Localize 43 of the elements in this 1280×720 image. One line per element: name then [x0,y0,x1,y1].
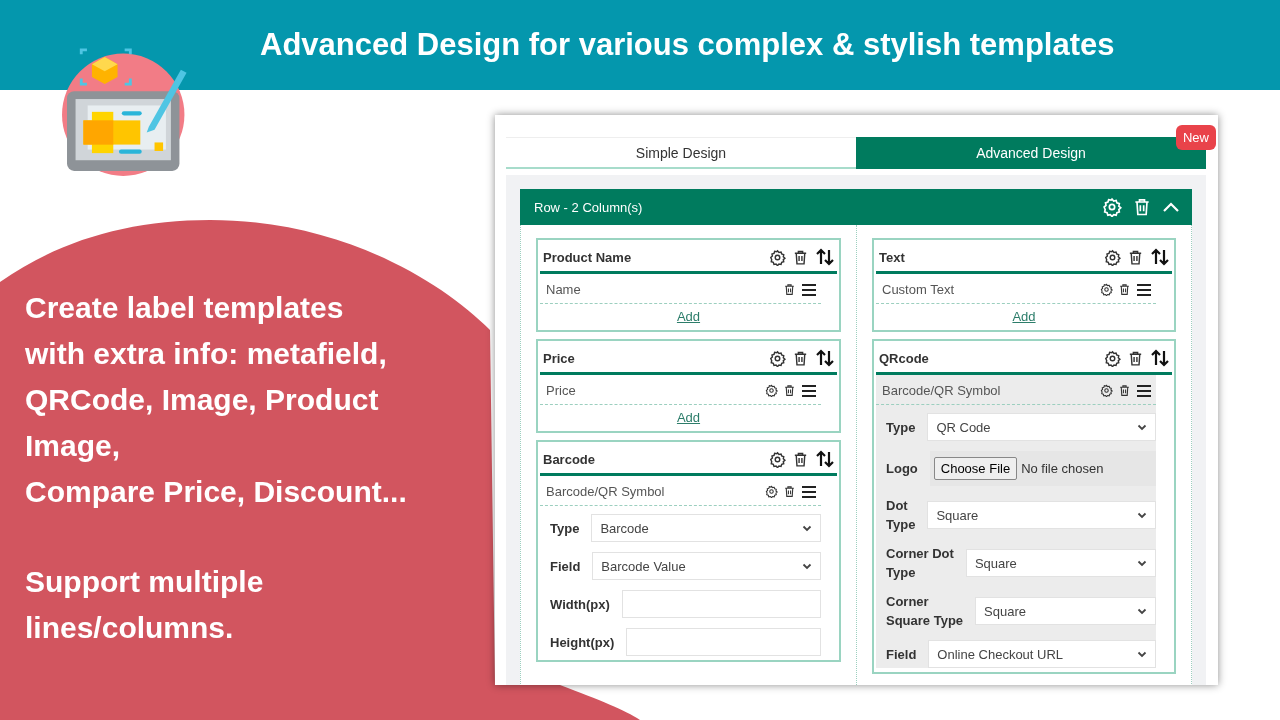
field-item[interactable]: Name [540,274,821,304]
design-tab[interactable]: Simple Design [506,137,856,169]
item-label: Price [546,383,577,398]
select-field[interactable]: Square [975,597,1156,625]
add-link[interactable]: Add [676,309,701,324]
item-label: Barcode/QR Symbol [882,383,1002,398]
form-label: Corner Square Type [885,593,964,630]
row-title: Row - 2 Column(s) [534,199,644,215]
file-status: No file chosen [1021,461,1104,476]
choose-file-button[interactable]: Choose File [933,457,1018,480]
form-label: Corner Dot Type [885,545,954,582]
item-label: Barcode/QR Symbol [546,484,666,499]
select-field[interactable]: Barcode [591,514,821,542]
form-label: Field [885,645,917,664]
select-field[interactable]: QR Code [927,413,1156,441]
add-link[interactable]: Add [1012,309,1036,324]
field-item[interactable]: Barcode/QR Symbol Type Barcode Field Barcode Value Width(px) Height(px) [540,476,821,656]
card-title: Price [543,350,576,366]
form-label: Width(px) [549,595,610,614]
feature-text: Create label templates with extra info: metafield, QRCode, Image, Product Image, Compare Price, Discount... [25,290,408,510]
banner-title: Advanced Design for various complex & stylish templates [260,27,1115,63]
card-title: Product Name [543,249,633,265]
form-label: Type [549,519,580,538]
select-field[interactable]: Barcode Value [592,552,821,580]
feature-text: Support multiple lines/columns. [25,564,265,646]
add-link[interactable]: Add [676,410,701,425]
field-item[interactable]: Price [540,375,821,405]
new-badge: New [1176,125,1216,150]
card-title: Text [879,249,906,265]
form-label: Height(px) [549,633,615,652]
form-label: Field [549,557,581,576]
form-label: Dot Type [885,497,916,534]
field-item[interactable]: Custom Text [876,274,1156,304]
select-field[interactable]: Square [965,549,1156,577]
form-label: Type [885,418,916,437]
form-label: Logo [885,460,918,478]
field-item[interactable]: Barcode/QR Symbol Type QR Code Logo Choose File No file chosen Dot Type Square Corner Dot Type Square Corner Square Type Square Field Online Checkout URL [876,375,1156,668]
item-label: Name [546,282,582,297]
card-title: QRcode [879,350,930,366]
select-field[interactable]: Online Checkout URL [928,640,1156,668]
item-label: Custom Text [882,282,955,297]
select-field[interactable]: Square [927,501,1156,529]
card-title: Barcode [543,451,597,467]
